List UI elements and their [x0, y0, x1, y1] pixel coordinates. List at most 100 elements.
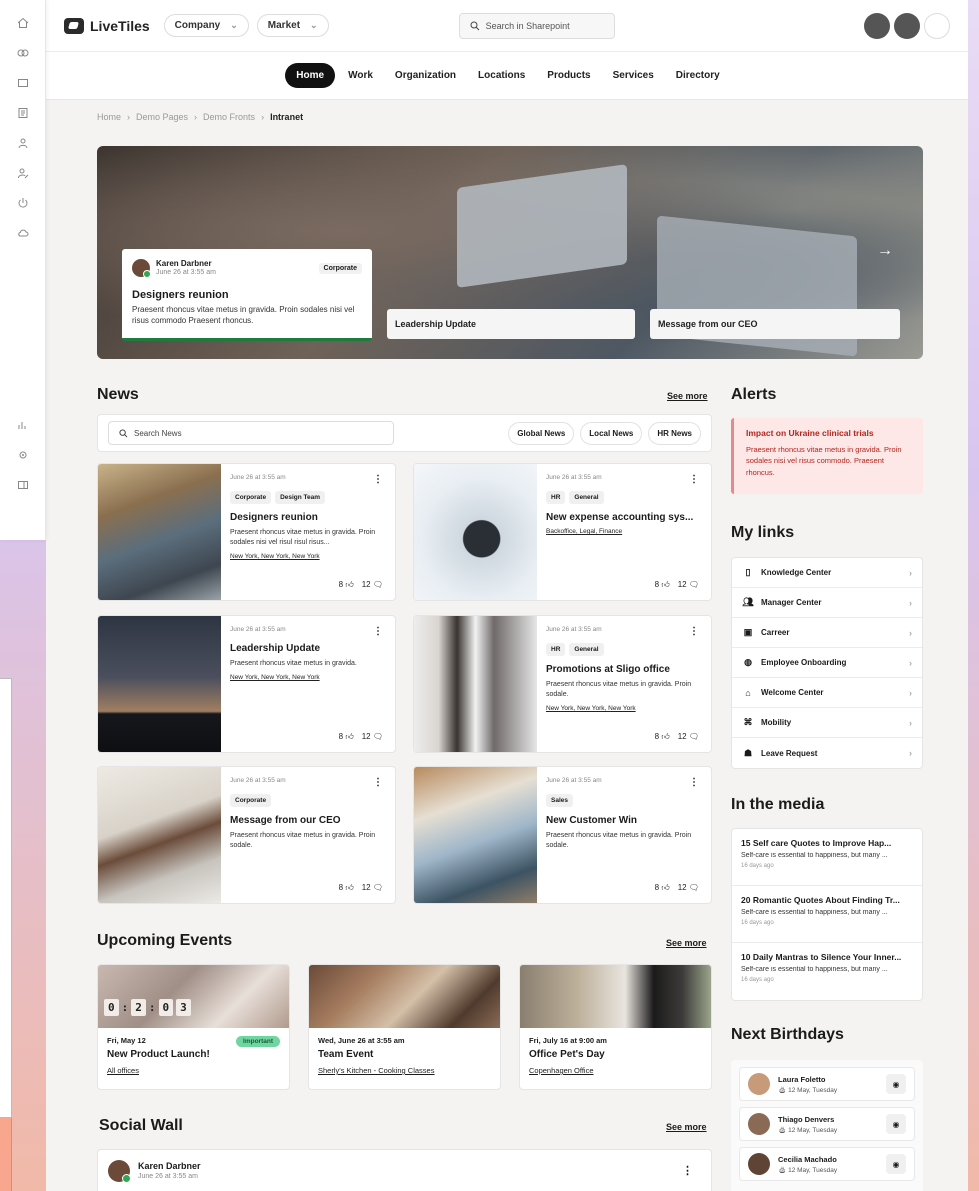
news-card-tag[interactable]: General [569, 643, 604, 656]
like-icon[interactable]: 👍︎ [661, 580, 669, 589]
nav-item-services[interactable]: Services [604, 64, 663, 87]
social-see-more-link[interactable]: See more [666, 1122, 707, 1132]
nav-item-directory[interactable]: Directory [667, 64, 729, 87]
breadcrumb-item[interactable]: Demo Fronts [203, 112, 255, 122]
news-card-links[interactable]: New York, New York, New York [546, 705, 702, 712]
news-card-title[interactable]: Message from our CEO [230, 815, 386, 826]
sites-icon[interactable] [14, 44, 32, 62]
analytics-icon[interactable] [14, 416, 32, 434]
news-card[interactable]: June 26 at 3:55 am ⋮ HR General New expe… [413, 463, 712, 601]
hero-slide-ceo[interactable]: Message from our CEO [650, 309, 900, 339]
like-icon[interactable]: 👍︎ [661, 732, 669, 741]
filter-hr-news[interactable]: HR News [648, 421, 701, 445]
media-item[interactable]: 20 Romantic Quotes About Finding Tr... S… [732, 886, 922, 943]
like-icon[interactable]: 👍︎ [345, 580, 353, 589]
more-vertical-icon[interactable]: ⋮ [682, 1164, 693, 1177]
social-post[interactable]: Karen Darbner June 26 at 3:55 am ⋮ [97, 1149, 712, 1191]
event-location-link[interactable]: All offices [107, 1066, 280, 1075]
chat-icon[interactable]: ◉ [886, 1154, 906, 1174]
news-card[interactable]: June 26 at 3:55 am ⋮ Corporate Message f… [97, 766, 396, 904]
birthday-name[interactable]: Cecilia Machado [778, 1155, 837, 1164]
social-post-author[interactable]: Karen Darbner [138, 1161, 201, 1171]
media-item[interactable]: 10 Daily Mantras to Silence Your Inner..… [732, 943, 922, 1000]
market-dropdown[interactable]: Market ⌄ [256, 14, 329, 37]
like-icon[interactable]: 👍︎ [661, 883, 669, 892]
person-edit-icon[interactable] [14, 164, 32, 182]
link-leave-request[interactable]: ☗ Leave Request › [732, 738, 922, 768]
events-see-more-link[interactable]: See more [666, 938, 707, 948]
event-card[interactable]: Wed, June 26 at 3:55 am Team Event Sherl… [308, 964, 501, 1090]
nav-item-home[interactable]: Home [285, 63, 336, 88]
event-location-link[interactable]: Sherly's Kitchen - Cooking Classes [318, 1066, 491, 1075]
arrow-right-icon[interactable]: → [877, 242, 893, 260]
comment-icon[interactable]: 🗨︎ [373, 580, 383, 589]
more-vertical-icon[interactable]: ⋮ [689, 626, 699, 637]
news-card-title[interactable]: Leadership Update [230, 643, 386, 654]
event-card[interactable]: Fri, July 16 at 9:00 am Office Pet's Day… [519, 964, 712, 1090]
comment-icon[interactable]: 🗨︎ [689, 732, 699, 741]
alert-card[interactable]: Impact on Ukraine clinical trials Praese… [731, 418, 923, 494]
comment-icon[interactable]: 🗨︎ [689, 883, 699, 892]
news-card[interactable]: June 26 at 3:55 am ⋮ Leadership Update P… [97, 615, 396, 753]
link-knowledge-center[interactable]: ▯ Knowledge Center › [732, 558, 922, 588]
comment-icon[interactable]: 🗨︎ [373, 883, 383, 892]
news-card-tag[interactable]: HR [546, 643, 566, 656]
news-card-tag[interactable]: Corporate [230, 491, 272, 504]
news-icon[interactable] [14, 74, 32, 92]
news-card-links[interactable]: Backoffice, Legal, Finance [546, 528, 702, 535]
news-card-title[interactable]: Designers reunion [230, 512, 386, 523]
event-title[interactable]: Team Event [318, 1049, 491, 1060]
like-icon[interactable]: 👍︎ [345, 883, 353, 892]
birthday-name[interactable]: Laura Foletto [778, 1075, 837, 1084]
company-dropdown[interactable]: Company ⌄ [163, 14, 249, 37]
chat-icon[interactable]: ◉ [886, 1114, 906, 1134]
power-icon[interactable] [14, 194, 32, 212]
settings-icon[interactable] [14, 446, 32, 464]
hero-featured-card[interactable]: Karen Darbner June 26 at 3:55 am Corpora… [122, 249, 372, 341]
news-search-input[interactable]: Search News [108, 421, 394, 445]
nav-item-work[interactable]: Work [339, 64, 382, 87]
news-card-tag[interactable]: Sales [546, 794, 573, 807]
breadcrumb-item[interactable]: Demo Pages [136, 112, 188, 122]
people-icon[interactable] [14, 134, 32, 152]
nav-item-products[interactable]: Products [538, 64, 599, 87]
news-card-tag[interactable]: Corporate [230, 794, 272, 807]
link-manager-center[interactable]: 👥︎ Manager Center › [732, 588, 922, 618]
avatar[interactable] [924, 12, 950, 39]
news-card-tag[interactable]: Design Team [275, 491, 326, 504]
link-carreer[interactable]: ▣ Carreer › [732, 618, 922, 648]
filter-global-news[interactable]: Global News [508, 421, 575, 445]
avatar[interactable] [864, 12, 890, 39]
avatar[interactable] [894, 12, 920, 39]
more-vertical-icon[interactable]: ⋮ [373, 777, 383, 788]
news-card-links[interactable]: New York, New York, New York [230, 553, 386, 560]
event-title[interactable]: New Product Launch! [107, 1049, 280, 1060]
media-item[interactable]: 15 Self care Quotes to Improve Hap... Se… [732, 829, 922, 886]
panel-icon[interactable] [14, 476, 32, 494]
news-card-tag[interactable]: General [569, 491, 604, 504]
news-card-title[interactable]: Promotions at Sligo office [546, 664, 702, 675]
news-card-title[interactable]: New expense accounting sys... [546, 512, 702, 523]
link-employee-onboarding[interactable]: ◍ Employee Onboarding › [732, 648, 922, 678]
home-icon[interactable] [14, 14, 32, 32]
filter-local-news[interactable]: Local News [580, 421, 643, 445]
app-logo[interactable]: LiveTiles [64, 17, 150, 34]
files-icon[interactable] [14, 104, 32, 122]
comment-icon[interactable]: 🗨︎ [373, 732, 383, 741]
birthday-name[interactable]: Thiago Denvers [778, 1115, 837, 1124]
more-vertical-icon[interactable]: ⋮ [689, 474, 699, 485]
event-title[interactable]: Office Pet's Day [529, 1049, 702, 1060]
sharepoint-search-input[interactable]: Search in Sharepoint [458, 12, 615, 39]
breadcrumb-item[interactable]: Home [97, 112, 121, 122]
link-welcome-center[interactable]: ⌂ Welcome Center › [732, 678, 922, 708]
news-card[interactable]: June 26 at 3:55 am ⋮ HR General Promotio… [413, 615, 712, 753]
nav-item-organization[interactable]: Organization [386, 64, 465, 87]
event-card[interactable]: 0 : 2 : 0 3 Fri, May 12 Important New Pr… [97, 964, 290, 1090]
news-see-more-link[interactable]: See more [667, 391, 708, 401]
hero-slide-leadership[interactable]: Leadership Update [387, 309, 635, 339]
news-card[interactable]: June 26 at 3:55 am ⋮ Corporate Design Te… [97, 463, 396, 601]
news-card-title[interactable]: New Customer Win [546, 815, 702, 826]
cloud-icon[interactable] [14, 224, 32, 242]
more-vertical-icon[interactable]: ⋮ [373, 474, 383, 485]
like-icon[interactable]: 👍︎ [345, 732, 353, 741]
